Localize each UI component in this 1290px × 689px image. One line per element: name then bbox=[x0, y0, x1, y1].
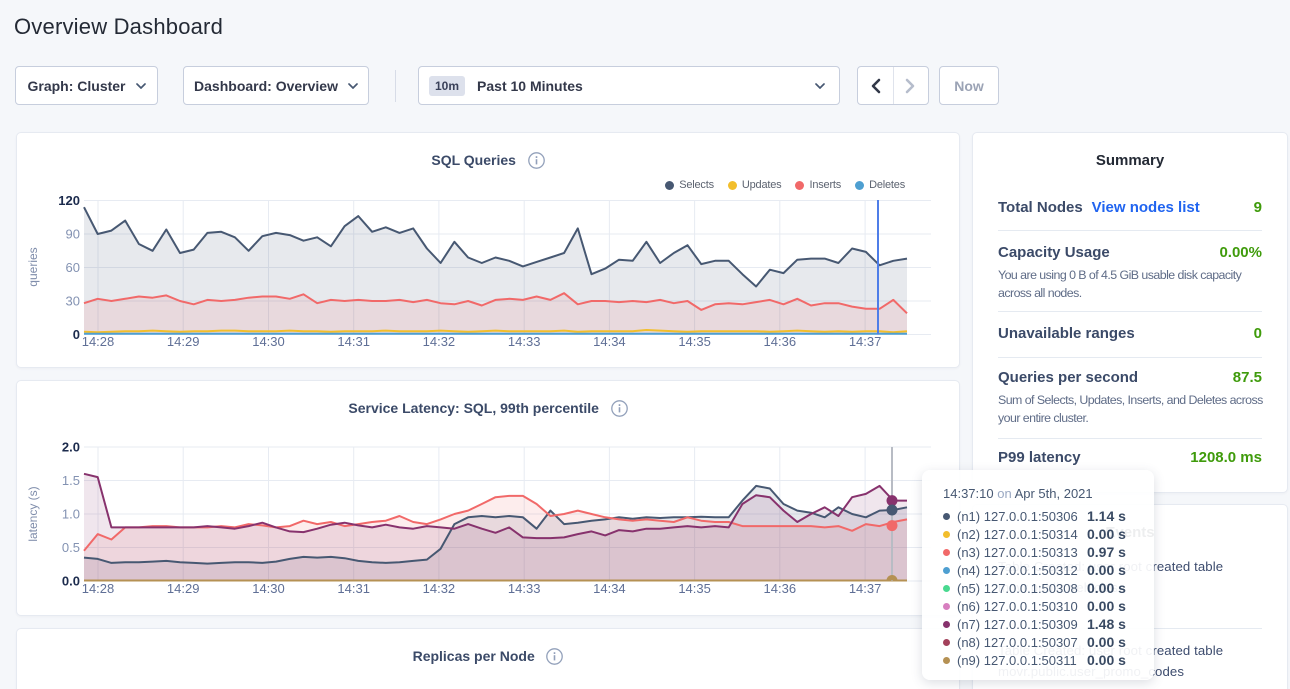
svg-text:14:37: 14:37 bbox=[849, 334, 882, 349]
svg-text:14:32: 14:32 bbox=[423, 334, 456, 349]
svg-text:120: 120 bbox=[58, 193, 80, 208]
svg-text:1.0: 1.0 bbox=[62, 507, 80, 522]
svg-text:14:35: 14:35 bbox=[678, 334, 711, 349]
svg-text:14:35: 14:35 bbox=[678, 581, 711, 596]
svg-text:queries: queries bbox=[26, 247, 40, 286]
svg-text:60: 60 bbox=[66, 260, 80, 275]
svg-text:1.5: 1.5 bbox=[62, 473, 80, 488]
svg-text:14:36: 14:36 bbox=[764, 334, 797, 349]
svg-text:14:29: 14:29 bbox=[167, 581, 200, 596]
svg-text:14:29: 14:29 bbox=[167, 334, 200, 349]
svg-text:0: 0 bbox=[73, 327, 80, 342]
svg-text:2.0: 2.0 bbox=[62, 440, 80, 455]
svg-text:90: 90 bbox=[66, 227, 80, 242]
svg-text:14:33: 14:33 bbox=[508, 581, 541, 596]
svg-text:0.0: 0.0 bbox=[62, 574, 80, 589]
svg-text:14:28: 14:28 bbox=[82, 581, 115, 596]
svg-text:14:31: 14:31 bbox=[337, 334, 370, 349]
svg-text:latency (s): latency (s) bbox=[26, 486, 40, 541]
svg-text:14:31: 14:31 bbox=[337, 581, 370, 596]
svg-text:0.5: 0.5 bbox=[62, 540, 80, 555]
svg-text:30: 30 bbox=[66, 294, 80, 309]
svg-text:14:36: 14:36 bbox=[764, 581, 797, 596]
svg-text:14:30: 14:30 bbox=[252, 581, 285, 596]
svg-text:14:28: 14:28 bbox=[82, 334, 115, 349]
svg-text:14:34: 14:34 bbox=[593, 334, 626, 349]
svg-text:14:34: 14:34 bbox=[593, 581, 626, 596]
svg-text:14:30: 14:30 bbox=[252, 334, 285, 349]
svg-text:14:32: 14:32 bbox=[423, 581, 456, 596]
svg-text:14:37: 14:37 bbox=[849, 581, 882, 596]
svg-text:14:33: 14:33 bbox=[508, 334, 541, 349]
